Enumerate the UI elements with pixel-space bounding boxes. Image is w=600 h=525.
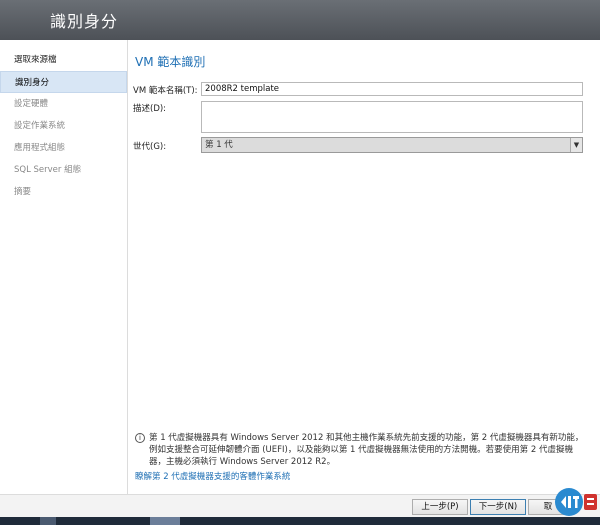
taskbar-active-app-icon[interactable] [150, 517, 180, 525]
wizard-steps-sidebar: 選取來源檔 識別身分 設定硬體 設定作業系統 應用程式組態 SQL Server… [0, 40, 128, 495]
taskbar-app-icon[interactable] [40, 517, 56, 525]
template-name-input[interactable]: 2008R2 template [201, 82, 583, 96]
sidebar-item-sql-config[interactable]: SQL Server 組態 [0, 159, 127, 181]
chevron-down-icon[interactable]: ▼ [570, 138, 582, 152]
description-input[interactable] [201, 101, 583, 133]
wizard-title: 識別身分 [50, 12, 119, 31]
sidebar-item-select-source[interactable]: 選取來源檔 [0, 49, 127, 71]
sidebar-item-app-config[interactable]: 應用程式組態 [0, 137, 127, 159]
taskbar [0, 517, 600, 525]
sidebar-item-summary[interactable]: 摘要 [0, 181, 127, 203]
sidebar-item-os[interactable]: 設定作業系統 [0, 115, 127, 137]
generation-info: i 第 1 代虛擬機器具有 Windows Server 2012 和其他主機作… [135, 432, 585, 468]
description-label: 描述(D): [133, 104, 167, 114]
wizard-header: 識別身分 [0, 0, 600, 40]
generation-selected-value: 第 1 代 [205, 140, 233, 150]
next-button[interactable]: 下一步(N) [470, 499, 526, 515]
previous-button[interactable]: 上一步(P) [412, 499, 468, 515]
sidebar-item-identity[interactable]: 識別身分 [0, 71, 127, 93]
ithome-logo [555, 488, 597, 516]
template-name-label: VM 範本名稱(T): [133, 86, 198, 96]
generation-label: 世代(G): [133, 142, 167, 152]
info-icon: i [135, 433, 145, 443]
main-panel: VM 範本識別 VM 範本名稱(T): 2008R2 template 描述(D… [129, 40, 600, 495]
info-text: 第 1 代虛擬機器具有 Windows Server 2012 和其他主機作業系… [149, 433, 584, 467]
sidebar-item-hardware[interactable]: 設定硬體 [0, 93, 127, 115]
section-heading: VM 範本識別 [135, 55, 206, 69]
learn-gen2-link[interactable]: 瞭解第 2 代虛擬機器支援的客體作業系統 [135, 470, 290, 482]
generation-select[interactable]: 第 1 代 ▼ [201, 137, 583, 153]
wizard-footer: 上一步(P) 下一步(N) 取 [0, 494, 600, 517]
